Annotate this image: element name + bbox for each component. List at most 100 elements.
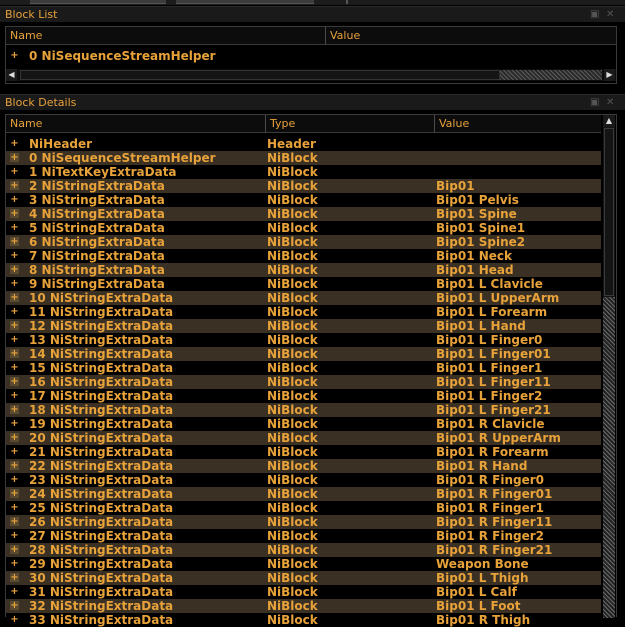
row-value: Bip01 R Finger1 [436, 501, 544, 515]
plus-expander-icon[interactable]: + [10, 293, 19, 303]
plus-expander-icon[interactable]: + [10, 517, 19, 527]
restore-icon[interactable]: ▣ [590, 7, 599, 23]
table-row[interactable]: +0 NiSequenceStreamHelper NiBlock [6, 151, 601, 165]
plus-expander-icon[interactable]: + [10, 419, 19, 429]
plus-expander-icon[interactable]: + [10, 377, 19, 387]
plus-expander-icon[interactable]: + [10, 349, 19, 359]
plus-expander-icon[interactable]: + [10, 587, 19, 597]
arrow-up-icon[interactable]: ▲ [603, 115, 615, 127]
block-details-vscroll[interactable]: ▲ [603, 115, 615, 618]
plus-expander-icon[interactable]: + [10, 139, 19, 149]
block-list-col-name[interactable]: Name [6, 27, 326, 45]
row-type: NiBlock [267, 459, 318, 473]
plus-expander-icon[interactable]: + [10, 279, 19, 289]
plus-expander-icon[interactable]: + [10, 223, 19, 233]
plus-expander-icon[interactable]: + [10, 615, 19, 625]
plus-expander-icon[interactable]: + [10, 391, 19, 401]
table-row[interactable]: +29 NiStringExtraData NiBlock Weapon Bone [6, 557, 601, 571]
table-row[interactable]: +4 NiStringExtraData NiBlock Bip01 Spine [6, 207, 601, 221]
table-row[interactable]: +9 NiStringExtraData NiBlock Bip01 L Clavi… [6, 277, 601, 291]
table-row[interactable]: +19 NiStringExtraData NiBlock Bip01 R Clav… [6, 417, 601, 431]
table-row[interactable]: +24 NiStringExtraData NiBlock Bip01 R Fing… [6, 487, 601, 501]
plus-expander-icon[interactable]: + [10, 335, 19, 345]
table-row[interactable]: +17 NiStringExtraData NiBlock Bip01 L Fing… [6, 389, 601, 403]
plus-expander-icon[interactable]: + [10, 209, 19, 219]
plus-expander-icon[interactable]: + [10, 545, 19, 555]
table-row[interactable]: +18 NiStringExtraData NiBlock Bip01 L Fing… [6, 403, 601, 417]
table-row[interactable]: + NiHeader Header [6, 137, 601, 151]
table-row[interactable]: +20 NiStringExtraData NiBlock Bip01 R Uppe… [6, 431, 601, 445]
plus-expander-icon[interactable]: + [10, 321, 19, 331]
table-row[interactable]: +15 NiStringExtraData NiBlock Bip01 L Fing… [6, 361, 601, 375]
table-row[interactable]: +26 NiStringExtraData NiBlock Bip01 R Fing… [6, 515, 601, 529]
table-row[interactable]: +6 NiStringExtraData NiBlock Bip01 Spine2 [6, 235, 601, 249]
row-value: Bip01 R Clavicle [436, 417, 545, 431]
row-name: 2 NiStringExtraData [29, 179, 165, 193]
table-row[interactable]: +21 NiStringExtraData NiBlock Bip01 R Fore… [6, 445, 601, 459]
close-icon[interactable]: ✕ [606, 7, 614, 23]
table-row[interactable]: +22 NiStringExtraData NiBlock Bip01 R Hand [6, 459, 601, 473]
arrow-right-icon[interactable]: ▶ [604, 69, 615, 81]
plus-expander-icon[interactable]: + [10, 167, 19, 177]
plus-expander-icon[interactable]: + [10, 503, 19, 513]
table-row[interactable]: +16 NiStringExtraData NiBlock Bip01 L Fing… [6, 375, 601, 389]
block-list-title: Block List [5, 8, 58, 21]
block-details-col-name[interactable]: Name [6, 115, 266, 133]
table-row[interactable]: +10 NiStringExtraData NiBlock Bip01 L Uppe… [6, 291, 601, 305]
hscroll-thumb[interactable] [500, 70, 602, 80]
plus-expander-icon[interactable]: + [10, 363, 19, 373]
row-value: Bip01 L Finger01 [436, 347, 551, 361]
plus-expander-icon[interactable]: + [10, 573, 19, 583]
table-row[interactable]: +27 NiStringExtraData NiBlock Bip01 R Fing… [6, 529, 601, 543]
table-row[interactable]: +5 NiStringExtraData NiBlock Bip01 Spine1 [6, 221, 601, 235]
plus-expander-icon[interactable]: + [10, 531, 19, 541]
plus-expander-icon[interactable]: + [10, 251, 19, 261]
plus-expander-icon[interactable]: + [10, 489, 19, 499]
table-row[interactable]: +7 NiStringExtraData NiBlock Bip01 Neck [6, 249, 601, 263]
table-row[interactable]: +25 NiStringExtraData NiBlock Bip01 R Fing… [6, 501, 601, 515]
table-row[interactable]: +13 NiStringExtraData NiBlock Bip01 L Fing… [6, 333, 601, 347]
table-row[interactable]: +28 NiStringExtraData NiBlock Bip01 R Fing… [6, 543, 601, 557]
plus-expander-icon[interactable]: + [10, 461, 19, 471]
top-tab-1[interactable] [30, 0, 166, 4]
table-row[interactable]: +12 NiStringExtraData NiBlock Bip01 L Hand [6, 319, 601, 333]
table-row[interactable]: +30 NiStringExtraData NiBlock Bip01 L Thig… [6, 571, 601, 585]
table-row[interactable]: +31 NiStringExtraData NiBlock Bip01 L Calf [6, 585, 601, 599]
table-row[interactable]: +14 NiStringExtraData NiBlock Bip01 L Fing… [6, 347, 601, 361]
plus-expander-icon[interactable]: + [10, 559, 19, 569]
table-row[interactable]: +3 NiStringExtraData NiBlock Bip01 Pelvis [6, 193, 601, 207]
top-tab-2[interactable] [176, 0, 314, 4]
table-row[interactable]: +32 NiStringExtraData NiBlock Bip01 L Foot [6, 599, 601, 613]
block-list-item[interactable]: + 0 NiSequenceStreamHelper [6, 49, 616, 63]
plus-expander-icon[interactable]: + [10, 51, 19, 61]
table-row[interactable]: +2 NiStringExtraData NiBlock Bip01 [6, 179, 601, 193]
plus-expander-icon[interactable]: + [10, 433, 19, 443]
restore-icon[interactable]: ▣ [590, 95, 599, 111]
table-row[interactable]: +1 NiTextKeyExtraData NiBlock [6, 165, 601, 179]
plus-expander-icon[interactable]: + [10, 475, 19, 485]
plus-expander-icon[interactable]: + [10, 181, 19, 191]
row-name: 7 NiStringExtraData [29, 249, 165, 263]
plus-expander-icon[interactable]: + [10, 307, 19, 317]
vscroll-thumb[interactable] [604, 128, 614, 296]
plus-expander-icon[interactable]: + [10, 601, 19, 611]
block-details-col-value[interactable]: Value [435, 115, 601, 133]
arrow-left-icon[interactable]: ◀ [6, 69, 17, 81]
row-type: NiBlock [267, 305, 318, 319]
vscroll-track[interactable] [603, 297, 615, 618]
plus-expander-icon[interactable]: + [10, 195, 19, 205]
block-list-hscroll[interactable]: ◀ ▶ [6, 69, 616, 81]
row-value: Bip01 L Clavicle [436, 277, 543, 291]
table-row[interactable]: +11 NiStringExtraData NiBlock Bip01 L Fore… [6, 305, 601, 319]
block-details-col-type[interactable]: Type [266, 115, 435, 133]
plus-expander-icon[interactable]: + [10, 153, 19, 163]
plus-expander-icon[interactable]: + [10, 265, 19, 275]
plus-expander-icon[interactable]: + [10, 447, 19, 457]
plus-expander-icon[interactable]: + [10, 405, 19, 415]
close-icon[interactable]: ✕ [606, 95, 614, 111]
plus-expander-icon[interactable]: + [10, 237, 19, 247]
table-row[interactable]: +23 NiStringExtraData NiBlock Bip01 R Fing… [6, 473, 601, 487]
table-row[interactable]: +33 NiStringExtraData NiBlock Bip01 R Thig… [6, 613, 601, 627]
block-list-col-value[interactable]: Value [326, 27, 616, 45]
table-row[interactable]: +8 NiStringExtraData NiBlock Bip01 Head [6, 263, 601, 277]
